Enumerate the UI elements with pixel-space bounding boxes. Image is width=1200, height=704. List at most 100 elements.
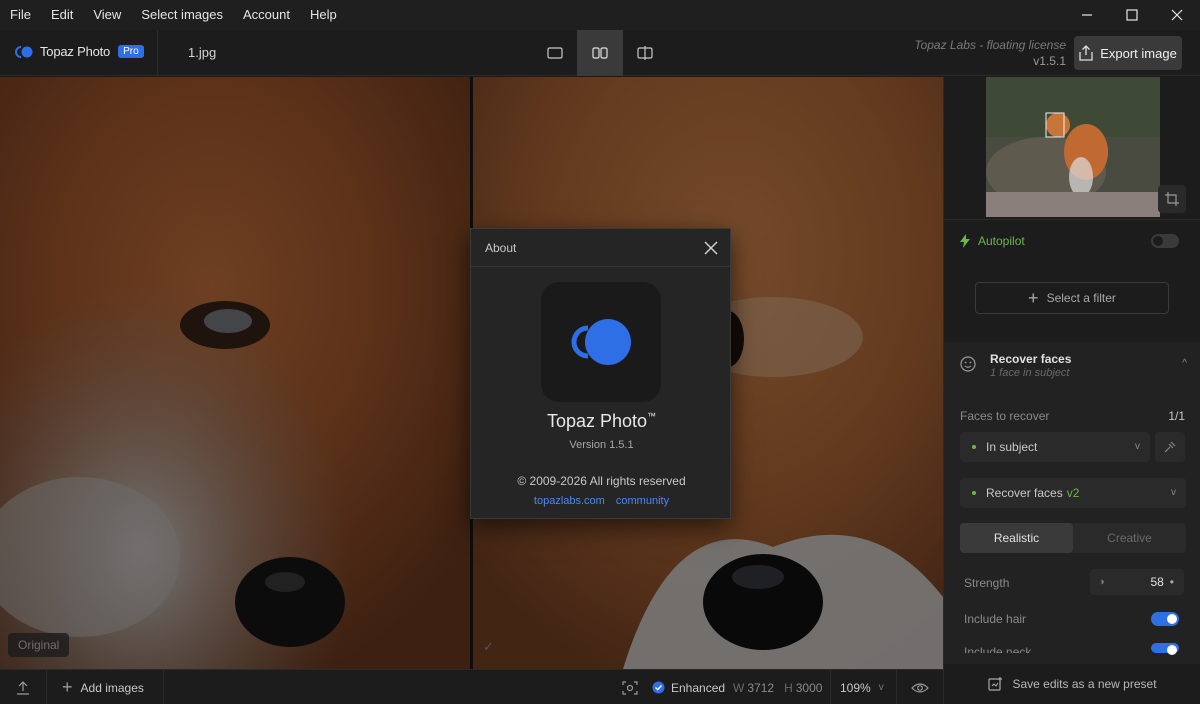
menu-view[interactable]: View: [83, 0, 131, 30]
right-panel: Autopilot + Select a filter Recover face…: [943, 77, 1200, 704]
preset-icon: [988, 677, 1003, 691]
strength-dot: •: [1169, 575, 1174, 589]
mode-creative-button[interactable]: Creative: [1073, 523, 1186, 553]
subject-dropdown-value: In subject: [986, 440, 1038, 454]
upload-button[interactable]: [16, 670, 30, 704]
model-dropdown[interactable]: Recover faces v2 v: [960, 478, 1186, 508]
file-name[interactable]: 1.jpg: [188, 45, 216, 60]
save-preset-button[interactable]: Save edits as a new preset: [944, 664, 1200, 704]
about-dialog: About Topaz Photo™ Version 1.5.1 © 2009-…: [470, 228, 731, 519]
zoom-chevron-icon: v: [878, 682, 884, 693]
about-app-name: Topaz Photo™: [471, 411, 732, 432]
screenshot-button[interactable]: [622, 670, 638, 704]
close-icon: [1171, 9, 1183, 21]
split-view-button[interactable]: [622, 30, 668, 76]
height-label: H: [784, 680, 793, 695]
check-circle-icon: [652, 681, 665, 694]
single-view-icon: [547, 47, 563, 59]
width-value: 3712: [747, 680, 775, 695]
menu-bar: File Edit View Select images Account Hel…: [0, 0, 1200, 30]
face-picker-button[interactable]: [1155, 432, 1185, 462]
enhanced-label: Enhanced: [671, 680, 726, 695]
select-filter-label: Select a filter: [1046, 291, 1116, 305]
crop-icon: [1165, 192, 1179, 206]
app-version: v1.5.1: [1033, 54, 1066, 68]
eye-icon: [911, 682, 929, 693]
maximize-icon: [1126, 9, 1138, 21]
menu-edit[interactable]: Edit: [41, 0, 83, 30]
plus-icon: +: [1028, 287, 1039, 308]
model-status-dot: [972, 491, 976, 495]
about-app-name-text: Topaz Photo: [546, 411, 648, 431]
topaz-logo-large-icon: [571, 319, 631, 365]
gauge-icon: ◑: [1098, 576, 1105, 588]
model-chevron-down-icon: v: [1171, 487, 1176, 498]
side-by-side-view-button[interactable]: [577, 30, 623, 76]
toolbar: Topaz Photo Pro 1.jpg Topaz Labs - float…: [0, 30, 1200, 76]
brand-name: Topaz Photo: [40, 44, 111, 59]
status-dot: [972, 445, 976, 449]
menu-select-images[interactable]: Select images: [131, 0, 233, 30]
include-neck-toggle[interactable]: [1151, 643, 1179, 655]
close-window-button[interactable]: [1154, 0, 1200, 30]
autopilot-label: Autopilot: [978, 234, 1025, 248]
about-links: topazlabs.com community: [471, 495, 732, 507]
single-view-button[interactable]: [532, 30, 578, 76]
bottom-separator-2: [163, 670, 164, 704]
add-images-label: Add images: [80, 680, 144, 695]
mode-segmented-control: Realistic Creative: [960, 523, 1186, 553]
export-image-button[interactable]: Export image: [1074, 36, 1182, 70]
include-hair-label: Include hair: [964, 612, 1027, 626]
about-dialog-title: About: [485, 241, 517, 255]
topaz-logo-icon: [15, 45, 33, 58]
community-link[interactable]: community: [616, 495, 669, 507]
strength-value: 58: [1150, 575, 1164, 589]
add-images-button[interactable]: + Add images: [62, 670, 144, 704]
export-icon: [1079, 45, 1093, 61]
model-version: v2: [1066, 486, 1080, 500]
zoom-dropdown[interactable]: 109% v: [840, 670, 884, 704]
enhanced-toggle[interactable]: Enhanced W 3712 H 3000: [652, 670, 822, 704]
about-version: Version 1.5.1: [569, 439, 634, 451]
dialog-close-icon[interactable]: [702, 239, 720, 257]
bottom-separator-3: [830, 670, 831, 704]
width-label: W: [733, 680, 745, 695]
pro-badge: Pro: [118, 45, 144, 58]
toolbar-divider: [157, 30, 158, 76]
zoom-value: 109%: [840, 680, 871, 695]
upload-icon: [17, 680, 29, 695]
strength-input[interactable]: ◑ 58 •: [1090, 569, 1184, 595]
crop-button[interactable]: [1158, 185, 1186, 213]
eyedropper-icon: [1164, 441, 1176, 453]
maximize-button[interactable]: [1109, 0, 1155, 30]
collapse-chevron-icon[interactable]: ^: [1182, 358, 1187, 369]
model-dropdown-value: Recover faces: [986, 486, 1063, 500]
recover-faces-title: Recover faces: [990, 352, 1072, 366]
license-text: Topaz Labs - floating license: [914, 38, 1066, 52]
autopilot-row: Autopilot: [960, 234, 1025, 248]
preview-toggle-button[interactable]: [911, 670, 929, 704]
faces-to-recover-value: 1/1: [1168, 409, 1185, 423]
about-copyright: © 2009-2026 All rights reserved: [517, 474, 686, 488]
subject-dropdown[interactable]: In subject v: [960, 432, 1150, 462]
split-view-icon: [637, 46, 653, 60]
face-icon: [960, 356, 976, 372]
include-hair-toggle[interactable]: [1151, 612, 1179, 626]
chevron-down-icon: v: [1135, 441, 1140, 452]
screenshot-icon: [622, 680, 638, 695]
lightning-icon: [960, 234, 970, 248]
minimize-button[interactable]: [1064, 0, 1110, 30]
faces-to-recover-label: Faces to recover: [960, 409, 1050, 423]
minimize-icon: [1082, 14, 1092, 16]
menu-file[interactable]: File: [0, 0, 41, 30]
menu-help[interactable]: Help: [300, 0, 347, 30]
menu-account[interactable]: Account: [233, 0, 300, 30]
add-icon: +: [62, 677, 73, 697]
topazlabs-link[interactable]: topazlabs.com: [534, 495, 605, 507]
select-filter-button[interactable]: + Select a filter: [975, 282, 1169, 314]
trademark: ™: [647, 411, 657, 421]
autopilot-toggle[interactable]: [1151, 234, 1179, 248]
mode-realistic-button[interactable]: Realistic: [960, 523, 1073, 553]
navigator-thumbnail[interactable]: [986, 77, 1160, 217]
about-dialog-header: About: [471, 229, 730, 267]
